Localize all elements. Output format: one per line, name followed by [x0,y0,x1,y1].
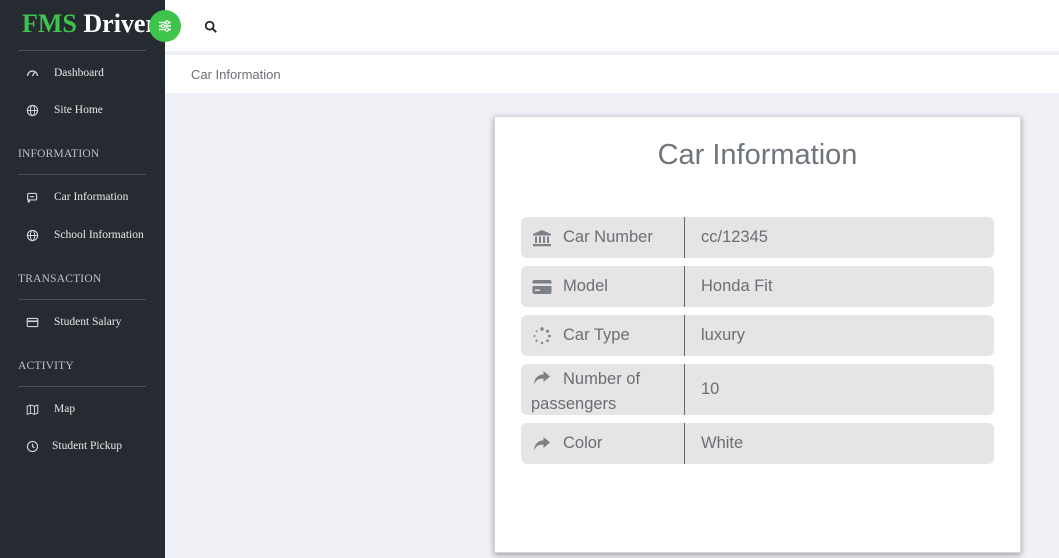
globe-icon [24,102,40,118]
info-row-car-type: Car Type luxury [521,315,994,356]
info-row-label: Color [563,434,603,452]
sidebar-item-car-information[interactable]: Car Information [24,187,128,207]
info-row-car-number: Car Number cc/12345 [521,217,994,258]
brand-part1: FMS [22,9,77,38]
info-row-value: White [701,434,744,452]
section-heading-activity: ACTIVITY [18,360,74,372]
info-row-value: Honda Fit [701,277,773,295]
sidebar-item-site-home[interactable]: Site Home [24,100,103,120]
sidebar-item-label: Site Home [54,104,103,116]
sidebar-item-label: Map [54,403,76,415]
sliders-icon [159,20,171,32]
sidebar-divider [18,299,146,300]
top-bar [165,0,1059,51]
sidebar-item-student-pickup[interactable]: Student Pickup [24,436,122,456]
sidebar-divider [18,50,146,51]
breadcrumb-bar: Car Information [165,55,1059,93]
info-row-key: Car Type [521,315,685,356]
car-information-card: Car Information Car Number cc/12345 Mode… [494,116,1021,553]
info-row-model: Model Honda Fit [521,266,994,307]
sidebar-item-label: Car Information [54,191,129,203]
info-row-label: Car Number [563,228,653,246]
section-heading-transaction: TRANSACTION [18,273,102,285]
car-icon [24,189,40,205]
sidebar-item-map[interactable]: Map [24,399,75,419]
info-row-color: Color White [521,423,994,464]
credit-card-icon [531,277,553,297]
clock-icon [24,438,40,454]
info-row-label: Car Type [563,326,630,344]
info-row-key: Model [521,266,685,307]
share-arrow-icon [531,434,553,454]
search-icon[interactable] [204,19,220,35]
sidebar-divider [18,174,146,175]
share-arrow-icon [531,368,553,388]
sidebar-item-label: Student Salary [54,316,122,328]
sidebar-item-label: Dashboard [54,67,104,79]
breadcrumb: Car Information [191,67,281,82]
info-row-label: Model [563,277,608,295]
sidebar-item-school-information[interactable]: School Information [24,225,144,245]
spinner-icon [531,326,553,346]
sidebar: FMS Driver Dashboard Site Home INFORMATI… [0,0,165,558]
credit-card-icon [24,314,40,330]
sidebar-toggle-button[interactable] [149,10,181,42]
brand-logo[interactable]: FMS Driver [22,9,157,39]
sidebar-item-student-salary[interactable]: Student Salary [24,312,121,332]
brand-part2: Driver [83,9,158,38]
sidebar-item-label: School Information [54,229,144,241]
section-heading-information: INFORMATION [18,148,100,160]
card-title: Car Information [657,139,858,171]
bank-icon [531,228,553,248]
dashboard-icon [24,65,40,81]
info-row-number-of-passengers: Number of passengers 10 [521,364,994,415]
sidebar-divider [18,386,146,387]
globe-icon [24,227,40,243]
info-row-key: Number of passengers [521,364,685,415]
info-row-value: 10 [701,380,720,398]
info-row-value: luxury [701,326,746,344]
info-row-key: Color [521,423,685,464]
map-icon [24,401,40,417]
sidebar-item-dashboard[interactable]: Dashboard [24,63,104,83]
info-row-value: cc/12345 [701,228,768,246]
sidebar-item-label: Student Pickup [52,440,122,452]
info-row-key: Car Number [521,217,685,258]
